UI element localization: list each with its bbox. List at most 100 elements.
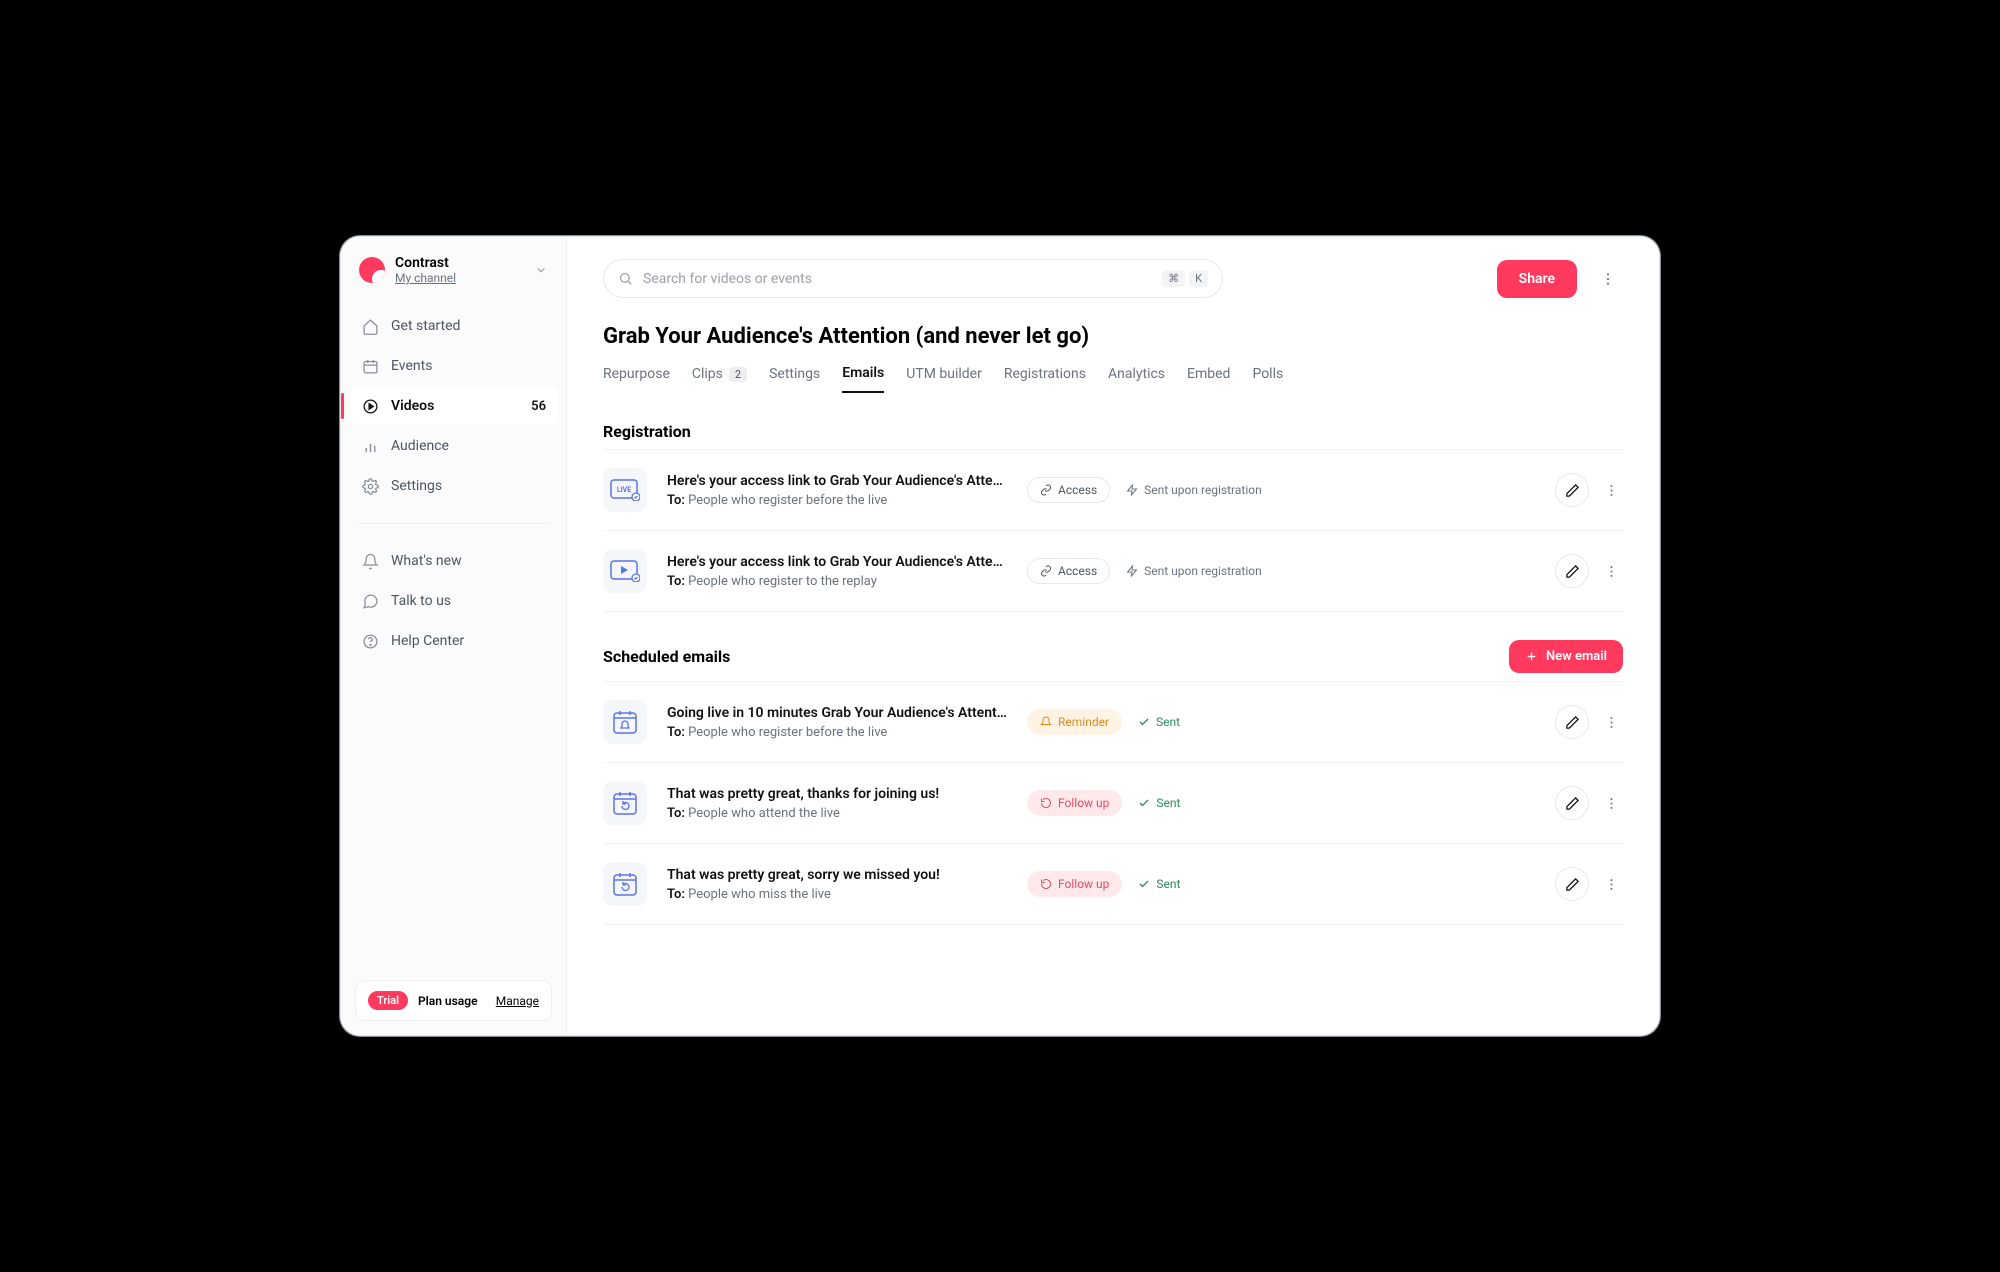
sidebar-item-settings[interactable]: Settings	[349, 467, 558, 505]
row-type-icon	[603, 862, 647, 906]
row-type-icon	[603, 700, 647, 744]
search-shortcut: ⌘ K	[1162, 270, 1208, 287]
row-more-button[interactable]	[1599, 705, 1623, 739]
email-type-badge: Reminder	[1027, 709, 1122, 735]
top-bar: Search for videos or events ⌘ K Share	[603, 259, 1623, 298]
tab-settings[interactable]: Settings	[769, 365, 820, 393]
check-icon	[1138, 716, 1150, 728]
email-recipients: To: People who register to the replay	[667, 574, 1007, 589]
edit-button[interactable]	[1555, 473, 1589, 507]
sidebar-item-talk-to-us[interactable]: Talk to us	[349, 582, 558, 620]
email-type-badge: Follow up	[1027, 871, 1122, 897]
sidebar: Contrast My channel Get started Events Vid…	[341, 237, 567, 1035]
email-title: Here's your access link to Grab Your Aud…	[667, 473, 1007, 489]
sidebar-item-label: Get started	[391, 318, 460, 334]
svg-text:LIVE: LIVE	[617, 486, 631, 494]
sidebar-item-what-s-new[interactable]: What's new	[349, 542, 558, 580]
tab-registrations[interactable]: Registrations	[1004, 365, 1086, 393]
sidebar-item-help-center[interactable]: Help Center	[349, 622, 558, 660]
tab-utm-builder[interactable]: UTM builder	[906, 365, 982, 393]
bell-icon	[361, 552, 379, 570]
sidebar-item-label: Events	[391, 358, 432, 374]
email-status: Sent	[1138, 877, 1180, 891]
more-button[interactable]	[1593, 261, 1623, 297]
bars-icon	[361, 437, 379, 455]
nav-separator	[357, 523, 550, 524]
sidebar-item-events[interactable]: Events	[349, 347, 558, 385]
tab-emails[interactable]: Emails	[842, 365, 884, 393]
sidebar-item-audience[interactable]: Audience	[349, 427, 558, 465]
section-title-registration: Registration	[603, 422, 1623, 441]
bolt-icon	[1126, 565, 1138, 577]
workspace-name: Contrast	[395, 255, 456, 271]
row-more-button[interactable]	[1599, 473, 1623, 507]
kbd-k: K	[1189, 270, 1208, 287]
search-input[interactable]: Search for videos or events ⌘ K	[603, 259, 1223, 298]
tab-label: Settings	[769, 366, 820, 382]
email-status: Sent upon registration	[1126, 564, 1262, 578]
search-placeholder: Search for videos or events	[643, 271, 812, 287]
tab-label: Embed	[1187, 366, 1230, 382]
row-more-button[interactable]	[1599, 554, 1623, 588]
row-more-button[interactable]	[1599, 867, 1623, 901]
undo-icon	[1040, 797, 1052, 809]
email-recipients: To: People who miss the live	[667, 887, 1007, 902]
chevron-down-icon	[534, 263, 548, 277]
email-row: That was pretty great, sorry we missed y…	[603, 843, 1623, 925]
email-status: Sent upon registration	[1126, 483, 1262, 497]
bolt-icon	[1126, 484, 1138, 496]
workspace-subtitle: My channel	[395, 271, 456, 285]
new-email-button[interactable]: New email	[1509, 640, 1623, 673]
tab-clips[interactable]: Clips2	[692, 365, 747, 393]
tab-embed[interactable]: Embed	[1187, 365, 1230, 393]
link-icon	[1040, 484, 1052, 496]
trial-badge: Trial	[368, 991, 408, 1010]
tabs: Repurpose Clips2 Settings Emails UTM builder…	[603, 365, 1623, 394]
row-type-icon	[603, 781, 647, 825]
email-status: Sent	[1138, 715, 1180, 729]
home-icon	[361, 317, 379, 335]
main-content: Search for videos or events ⌘ K Share Gr…	[567, 237, 1659, 1035]
sidebar-item-label: Settings	[391, 478, 442, 494]
sidebar-item-get-started[interactable]: Get started	[349, 307, 558, 345]
email-title: That was pretty great, sorry we missed y…	[667, 867, 1007, 883]
tab-badge: 2	[729, 367, 747, 382]
email-recipients: To: People who attend the live	[667, 806, 1007, 821]
undo-icon	[1040, 878, 1052, 890]
tab-label: Registrations	[1004, 366, 1086, 382]
help-icon	[361, 632, 379, 650]
email-row: Here's your access link to Grab Your Aud…	[603, 530, 1623, 612]
manage-link[interactable]: Manage	[496, 994, 539, 1008]
chat-icon	[361, 592, 379, 610]
tab-repurpose[interactable]: Repurpose	[603, 365, 670, 393]
tab-polls[interactable]: Polls	[1252, 365, 1283, 393]
new-email-label: New email	[1546, 649, 1607, 664]
email-status: Sent	[1138, 796, 1180, 810]
edit-button[interactable]	[1555, 867, 1589, 901]
email-type-badge: Access	[1027, 558, 1110, 584]
email-row: Going live in 10 minutes Grab Your Audie…	[603, 681, 1623, 762]
sidebar-item-videos[interactable]: Videos56	[349, 387, 558, 425]
scheduled-list: Going live in 10 minutes Grab Your Audie…	[603, 681, 1623, 925]
email-recipients: To: People who register before the live	[667, 493, 1007, 508]
sidebar-item-label: Videos	[391, 398, 434, 414]
sidebar-item-label: Audience	[391, 438, 449, 454]
email-title: That was pretty great, thanks for joinin…	[667, 786, 1007, 802]
tab-label: Emails	[842, 365, 884, 381]
tab-label: UTM builder	[906, 366, 982, 382]
workspace-switcher[interactable]: Contrast My channel	[341, 237, 566, 307]
edit-button[interactable]	[1555, 786, 1589, 820]
email-recipients: To: People who register before the live	[667, 725, 1007, 740]
tab-analytics[interactable]: Analytics	[1108, 365, 1165, 393]
nav-secondary: What's newTalk to usHelp Center	[341, 542, 566, 660]
tab-label: Polls	[1252, 366, 1283, 382]
row-more-button[interactable]	[1599, 786, 1623, 820]
bell-icon	[1040, 716, 1052, 728]
kbd-cmd: ⌘	[1162, 270, 1185, 287]
edit-button[interactable]	[1555, 705, 1589, 739]
edit-button[interactable]	[1555, 554, 1589, 588]
share-button[interactable]: Share	[1497, 260, 1577, 298]
email-title: Here's your access link to Grab Your Aud…	[667, 554, 1007, 570]
calendar-icon	[361, 357, 379, 375]
tab-label: Analytics	[1108, 366, 1165, 382]
